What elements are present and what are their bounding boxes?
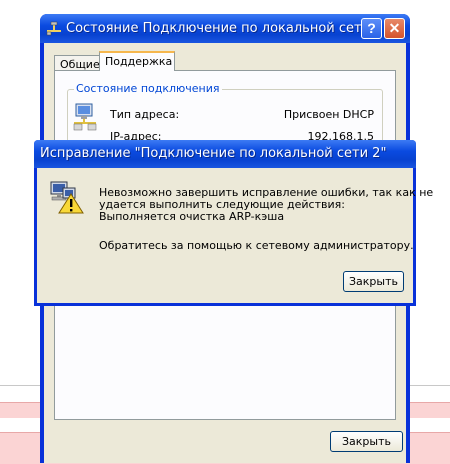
message-line: Выполняется очистка ARP-кэша bbox=[99, 210, 285, 223]
dialog-close-button[interactable]: Закрыть bbox=[343, 271, 404, 292]
address-type-label: Тип адреса: bbox=[110, 108, 180, 121]
window-title: Состояние Подключение по локальной сет..… bbox=[66, 21, 374, 36]
network-warning-icon bbox=[49, 180, 85, 214]
repair-dialog: Исправление "Подключение по локальной се… bbox=[34, 140, 433, 306]
dialog-client-area: Невозможно завершить исправление ошибки,… bbox=[37, 168, 433, 303]
group-label: Состояние подключения bbox=[74, 82, 222, 95]
address-type-value: Присвоен DHCP bbox=[283, 108, 374, 121]
network-computers-icon bbox=[72, 102, 100, 132]
close-window-button[interactable]: ✕ bbox=[384, 18, 405, 39]
dialog-title-bar[interactable]: Исправление "Подключение по локальной се… bbox=[34, 140, 416, 168]
title-bar[interactable]: Состояние Подключение по локальной сет..… bbox=[40, 14, 410, 43]
network-connection-icon bbox=[46, 21, 62, 37]
error-message: Невозможно завершить исправление ошибки,… bbox=[99, 187, 433, 223]
tab-support[interactable]: Поддержка bbox=[99, 51, 175, 71]
contact-admin-text: Обратитесь за помощью к сетевому админис… bbox=[99, 239, 414, 252]
close-button[interactable]: Закрыть bbox=[330, 431, 403, 452]
dialog-title: Исправление "Подключение по локальной се… bbox=[40, 146, 387, 161]
help-button[interactable]: ? bbox=[361, 18, 382, 39]
